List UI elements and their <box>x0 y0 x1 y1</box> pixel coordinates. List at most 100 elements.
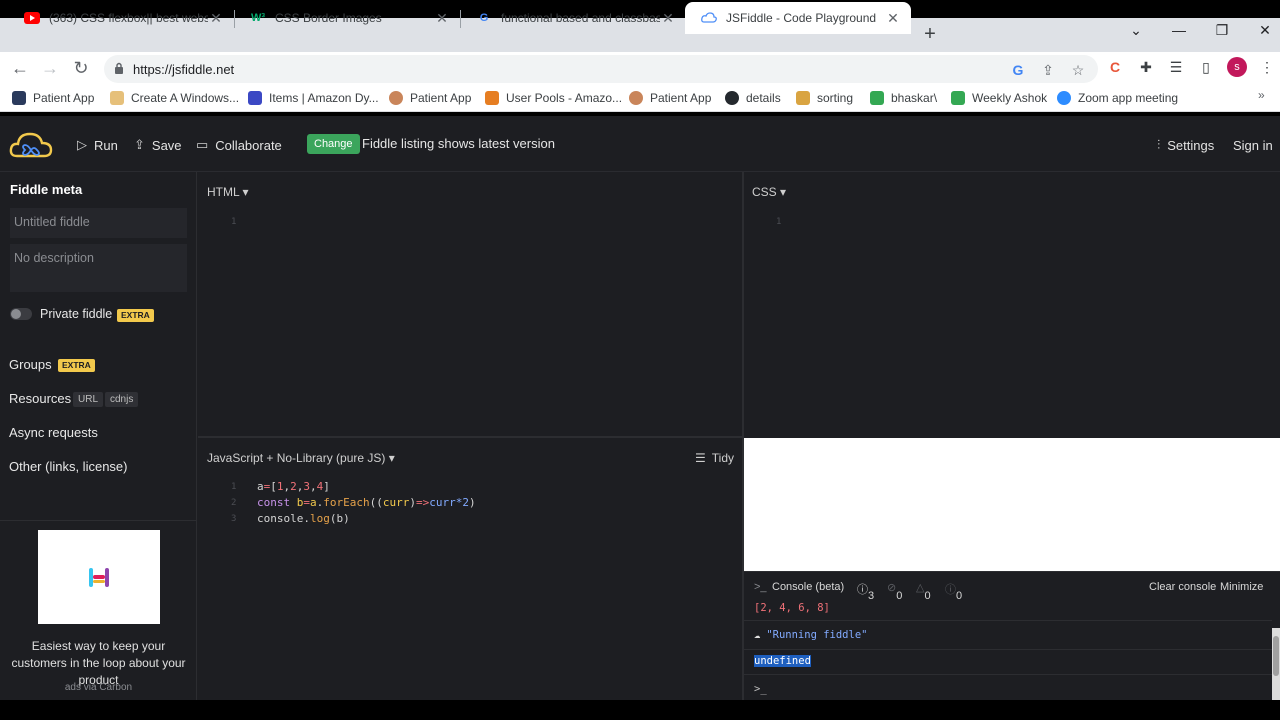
bookmark-label: User Pools - Amazo... <box>506 91 623 105</box>
menu-kebab-icon[interactable]: ⋮ <box>1257 57 1277 77</box>
address-bar[interactable]: https://jsfiddle.net G ⇪ ☆ <box>104 55 1098 83</box>
bookmark-star-icon[interactable]: ☆ <box>1068 60 1088 80</box>
forward-icon[interactable]: → <box>39 57 61 79</box>
bookmark-item[interactable]: User Pools - Amazo... <box>485 89 622 107</box>
sidebar-item-resources[interactable]: Resources <box>9 391 71 406</box>
settings-button[interactable]: ⫶ Settings <box>1157 136 1214 154</box>
fiddle-title-input[interactable]: Untitled fiddle <box>10 208 187 238</box>
warning-count-icon[interactable]: ⊘ 0 <box>887 581 902 602</box>
bookmark-item[interactable]: Patient App <box>629 89 711 107</box>
code-token: log <box>309 512 330 525</box>
bookmarks-overflow-button[interactable]: » <box>1258 88 1265 102</box>
tab-search-icon[interactable]: ⌄ <box>1121 22 1151 44</box>
sidebar-item-async-requests[interactable]: Async requests <box>9 425 98 440</box>
bookmark-label: Create A Windows... <box>131 91 240 105</box>
extensions-puzzle-icon[interactable]: ✚ <box>1136 57 1156 77</box>
cloud-upload-icon: ⇪ <box>134 137 145 152</box>
w3schools-icon: W³ <box>250 12 266 24</box>
code-line-1[interactable]: a=[1,2,3,4] <box>257 480 330 493</box>
close-icon[interactable]: ✕ <box>660 10 676 27</box>
js-editor-panel[interactable] <box>198 438 742 700</box>
resource-cdnjs-tag[interactable]: cdnjs <box>105 392 139 407</box>
minimize-window-icon[interactable]: — <box>1164 22 1194 44</box>
bookmark-item[interactable]: Zoom app meeting <box>1057 89 1178 107</box>
ad-image[interactable] <box>38 530 160 624</box>
log-count-icon[interactable]: ⓘ 0 <box>945 581 962 602</box>
html-editor-panel[interactable] <box>198 172 742 436</box>
change-badge[interactable]: Change <box>307 134 360 154</box>
bookmark-item[interactable]: Patient App <box>12 89 94 107</box>
code-token: ) <box>409 496 416 509</box>
tab-google-search[interactable]: G functional based and classbased ✕ <box>460 2 686 34</box>
code-token: 3 <box>303 480 310 493</box>
resource-url-tag[interactable]: URL <box>73 392 104 407</box>
bookmark-item[interactable]: bhaskar\ <box>870 89 937 107</box>
ad-logo-icon <box>89 568 109 587</box>
jsfiddle-logo-icon[interactable] <box>8 126 54 162</box>
bookmark-item[interactable]: Create A Windows... <box>110 89 239 107</box>
close-icon[interactable]: ✕ <box>434 10 450 27</box>
reload-icon[interactable]: ↻ <box>70 57 92 79</box>
code-line-2[interactable]: const b=a.forEach((curr)=>curr*2) <box>257 496 476 509</box>
minimize-console-button[interactable]: Minimize <box>1220 581 1263 593</box>
bookmark-label: sorting <box>817 91 854 105</box>
console-log-text: "Running fiddle" <box>766 629 868 641</box>
code-token: forEach <box>323 496 370 509</box>
bookmark-item[interactable]: Items | Amazon Dy... <box>248 89 379 107</box>
reading-list-icon[interactable]: ☰ <box>1166 57 1186 77</box>
tab-jsfiddle[interactable]: JSFiddle - Code Playground ✕ <box>685 2 911 34</box>
extension-c-icon[interactable]: C <box>1105 57 1125 77</box>
tidy-button[interactable]: ☰ Tidy <box>695 451 734 465</box>
console-prompt-input[interactable]: >_ <box>754 683 767 695</box>
fiddle-meta-sidebar: Fiddle meta Untitled fiddle No descripti… <box>0 172 197 700</box>
bookmark-item[interactable]: Weekly Ashok <box>951 89 1047 107</box>
error-count-icon[interactable]: △ 0 <box>916 581 931 602</box>
sign-in-button[interactable]: Sign in <box>1233 136 1273 154</box>
css-editor-panel[interactable] <box>744 172 1280 438</box>
screen: (363) CSS flexbox|| best website|| ✕ W³ … <box>0 0 1280 720</box>
bookmark-item[interactable]: Patient App <box>389 89 471 107</box>
close-icon[interactable]: ✕ <box>885 10 901 27</box>
share-icon[interactable]: ⇪ <box>1038 60 1058 80</box>
close-icon[interactable]: ✕ <box>208 10 224 27</box>
chat-icon: ▭ <box>196 137 209 152</box>
private-fiddle-toggle[interactable] <box>10 308 32 320</box>
bookmark-item[interactable]: details <box>725 89 781 107</box>
css-panel-title[interactable]: CSS ▾ <box>752 185 786 199</box>
aws-cognito-icon <box>485 91 499 105</box>
code-line-3[interactable]: console.log(b) <box>257 512 350 525</box>
bookmark-item[interactable]: sorting <box>796 89 853 107</box>
google-lens-icon[interactable]: G <box>1008 60 1028 80</box>
save-button[interactable]: ⇪ Save <box>134 136 182 154</box>
document-icon <box>110 91 124 105</box>
tab-css-border-images[interactable]: W³ CSS Border Images ✕ <box>234 2 460 34</box>
js-panel-title[interactable]: JavaScript + No-Library (pure JS) ▾ <box>207 451 395 465</box>
console-scrollbar-thumb[interactable] <box>1273 636 1279 676</box>
collaborate-button[interactable]: ▭ Collaborate <box>196 136 282 154</box>
side-panel-icon[interactable]: ▯ <box>1196 57 1216 77</box>
new-tab-button[interactable]: + <box>918 24 942 46</box>
restore-window-icon[interactable]: ❐ <box>1207 22 1237 44</box>
extra-badge: EXTRA <box>117 309 154 322</box>
result-iframe[interactable] <box>744 438 1280 571</box>
sidebar-divider <box>0 520 197 521</box>
run-button[interactable]: ▷ Run <box>77 136 118 154</box>
google-meet-icon <box>951 91 965 105</box>
tab-title: CSS Border Images <box>275 11 382 25</box>
console-divider <box>744 620 1272 621</box>
code-token: console <box>257 512 304 525</box>
sidebar-item-other[interactable]: Other (links, license) <box>9 459 127 474</box>
browser-toolbar: ← → ↻ https://jsfiddle.net G ⇪ ☆ <box>0 52 1280 84</box>
clear-console-button[interactable]: Clear console <box>1149 581 1216 593</box>
fiddle-description-input[interactable]: No description <box>10 244 187 292</box>
sidebar-item-groups[interactable]: Groups <box>9 357 52 372</box>
ad-attribution[interactable]: ads via Carbon <box>0 682 197 693</box>
profile-avatar[interactable]: s <box>1227 57 1247 77</box>
close-window-icon[interactable]: ✕ <box>1250 22 1280 44</box>
tab-youtube[interactable]: (363) CSS flexbox|| best website|| ✕ <box>8 2 234 34</box>
html-panel-title[interactable]: HTML ▾ <box>207 185 249 199</box>
code-token: const <box>257 496 291 509</box>
play-icon: ▷ <box>77 137 87 152</box>
info-count-icon[interactable]: ⓘ 3 <box>857 581 874 602</box>
back-icon[interactable]: ← <box>9 57 31 79</box>
